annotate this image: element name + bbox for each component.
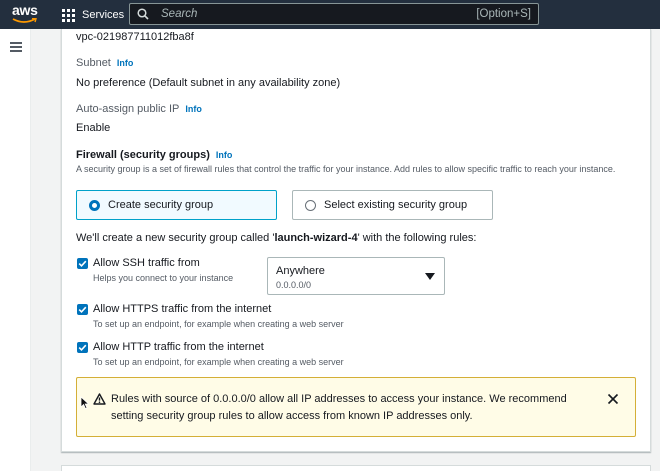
side-navigation-rail (0, 29, 31, 471)
ssh-source-cidr: 0.0.0.0/0 (276, 280, 312, 290)
allow-https-hint: To set up an endpoint, for example when … (93, 319, 344, 329)
top-navigation-bar: aws Services Search [Option+S] (0, 0, 660, 29)
allow-http-hint: To set up an endpoint, for example when … (93, 357, 344, 367)
security-group-name: launch-wizard-4 (274, 232, 358, 244)
open-access-warning-alert: Rules with source of 0.0.0.0/0 allow all… (76, 377, 636, 437)
search-icon (137, 8, 149, 20)
next-panel (61, 465, 651, 471)
caret-down-icon (425, 273, 435, 280)
search-shortcut: [Option+S] (476, 8, 531, 20)
ssh-source-value: Anywhere (276, 265, 325, 277)
search-input[interactable]: Search [Option+S] (129, 3, 539, 25)
create-security-group-option[interactable]: Create security group (76, 190, 277, 220)
warning-icon (93, 393, 106, 405)
services-menu-button[interactable]: Services (62, 6, 124, 24)
ssh-source-select[interactable]: Anywhere 0.0.0.0/0 (267, 257, 445, 295)
allow-https-checkbox[interactable] (77, 304, 88, 315)
allow-http-label[interactable]: Allow HTTP traffic from the internet (93, 341, 264, 353)
checkmark-icon (78, 260, 87, 268)
checkmark-icon (78, 306, 87, 314)
checkmark-icon (78, 344, 87, 352)
search-placeholder: Search (161, 8, 198, 20)
subnet-info-link[interactable]: Info (117, 58, 134, 68)
menu-hamburger-icon[interactable] (10, 42, 22, 52)
public-ip-label-row: Auto-assign public IP Info (76, 103, 202, 115)
create-note-suffix: ' with the following rules: (357, 232, 477, 244)
firewall-description: A security group is a set of firewall ru… (76, 164, 616, 174)
close-icon[interactable] (607, 393, 619, 405)
mouse-cursor-icon (80, 396, 90, 410)
aws-logo[interactable]: aws (12, 3, 42, 25)
allow-ssh-label[interactable]: Allow SSH traffic from (93, 257, 200, 269)
create-security-group-label: Create security group (108, 199, 214, 211)
public-ip-label: Auto-assign public IP (76, 103, 180, 115)
subnet-label-row: Subnet Info (76, 57, 133, 69)
allow-ssh-hint: Helps you connect to your instance (93, 273, 234, 283)
services-grid-icon (62, 8, 75, 22)
allow-https-label[interactable]: Allow HTTPS traffic from the internet (93, 303, 271, 315)
select-existing-security-group-label: Select existing security group (324, 199, 468, 211)
subnet-label: Subnet (76, 57, 111, 69)
firewall-title: Firewall (security groups) (76, 149, 210, 161)
create-note-prefix: We'll create a new security group called… (76, 232, 275, 244)
aws-smile-icon (12, 18, 37, 23)
firewall-info-link[interactable]: Info (216, 150, 233, 160)
create-security-group-radio[interactable] (89, 199, 100, 211)
warning-message: Rules with source of 0.0.0.0/0 allow all… (111, 393, 567, 422)
allow-ssh-checkbox[interactable] (77, 258, 88, 269)
select-existing-security-group-radio[interactable] (305, 199, 316, 211)
public-ip-info-link[interactable]: Info (185, 104, 202, 114)
security-group-create-note: We'll create a new security group called… (76, 232, 476, 244)
vpc-value: vpc-021987711012fba8f (76, 31, 194, 43)
select-existing-security-group-option[interactable]: Select existing security group (292, 190, 493, 220)
public-ip-value: Enable (76, 122, 111, 134)
firewall-title-row: Firewall (security groups) Info (76, 149, 232, 161)
allow-http-checkbox[interactable] (77, 342, 88, 353)
subnet-value: No preference (Default subnet in any ava… (76, 77, 341, 89)
services-label: Services (82, 9, 125, 21)
